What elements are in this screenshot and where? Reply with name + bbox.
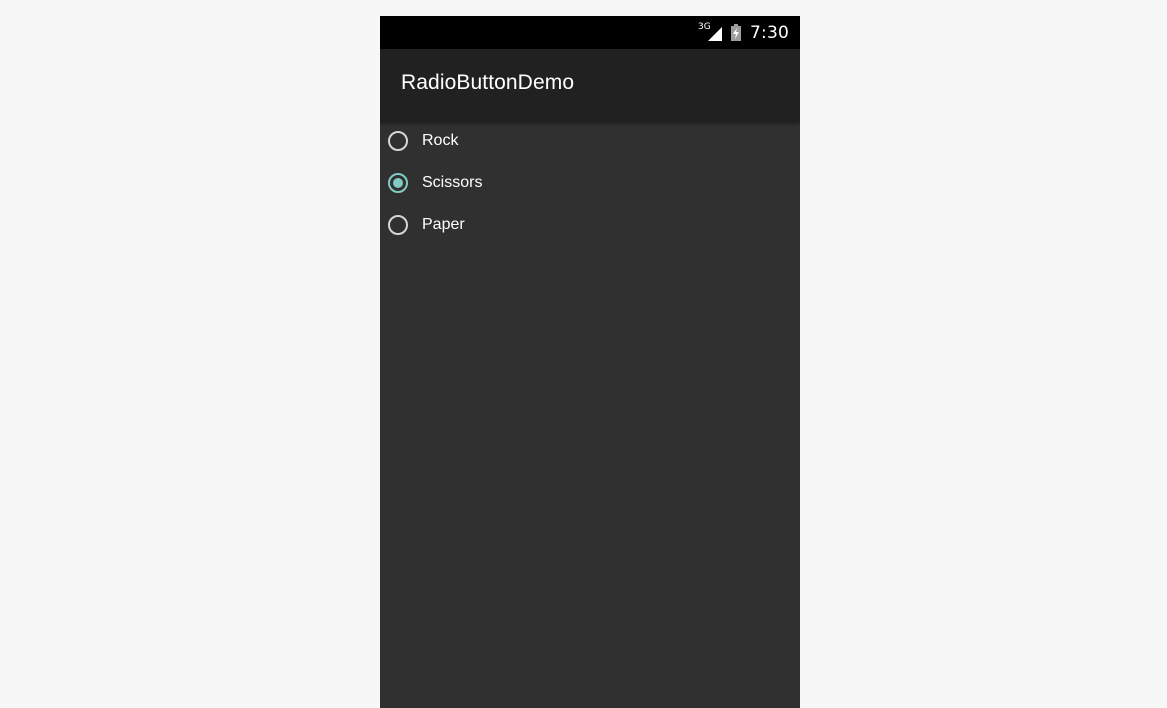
battery-charging-icon: [731, 24, 742, 41]
device-screen: 3G 7:30 RadioButtonDemo Rock Scissors Pa…: [380, 16, 800, 708]
radio-option-rock[interactable]: Rock: [380, 122, 800, 164]
clock: 7:30: [750, 22, 789, 43]
radio-option-paper[interactable]: Paper: [380, 206, 800, 248]
radio-button-checked[interactable]: [388, 173, 408, 193]
status-icons: 3G 7:30: [698, 16, 789, 49]
signal-indicator: 3G: [698, 22, 723, 43]
action-bar: RadioButtonDemo: [380, 49, 800, 122]
page: 3G 7:30 RadioButtonDemo Rock Scissors Pa…: [0, 0, 1167, 708]
radio-button-unchecked[interactable]: [388, 215, 408, 235]
radio-option-scissors[interactable]: Scissors: [380, 164, 800, 206]
app-title: RadioButtonDemo: [401, 71, 575, 94]
radio-label: Paper: [422, 216, 465, 233]
radio-label: Rock: [422, 132, 459, 149]
radio-group: Rock Scissors Paper: [380, 122, 800, 248]
status-bar: 3G 7:30: [380, 16, 800, 49]
radio-checked-dot: [393, 178, 403, 188]
radio-label: Scissors: [422, 174, 483, 191]
radio-button-unchecked[interactable]: [388, 131, 408, 151]
signal-icon: [708, 26, 723, 41]
